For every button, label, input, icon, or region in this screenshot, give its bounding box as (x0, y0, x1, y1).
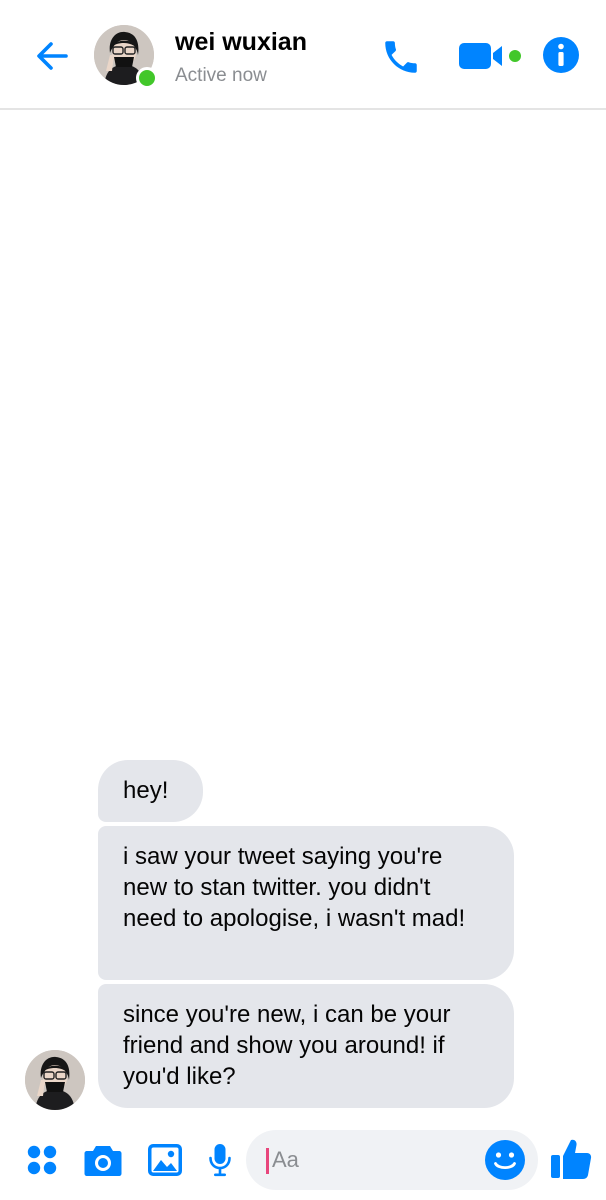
info-icon (543, 37, 579, 73)
message-bubble[interactable]: i saw your tweet saying you're new to st… (98, 826, 514, 980)
contact-avatar[interactable] (94, 25, 158, 89)
message-thread: hey! i saw your tweet saying you're new … (0, 110, 606, 1120)
apps-icon (27, 1145, 57, 1175)
more-actions-button[interactable] (22, 1140, 62, 1180)
message-input-wrapper[interactable] (246, 1130, 538, 1190)
emoji-icon (485, 1140, 525, 1180)
gallery-button[interactable] (144, 1140, 186, 1180)
camera-button[interactable] (82, 1140, 124, 1180)
back-button[interactable] (30, 34, 74, 78)
message-bubble[interactable]: since you're new, i can be your friend a… (98, 984, 514, 1108)
camera-icon (84, 1146, 122, 1176)
text-caret (266, 1148, 269, 1174)
image-icon (148, 1144, 182, 1176)
emoji-button[interactable] (484, 1139, 526, 1181)
message-input[interactable] (272, 1140, 472, 1180)
microphone-icon (209, 1144, 231, 1177)
sender-avatar[interactable] (25, 1050, 85, 1110)
video-camera-icon (459, 43, 521, 69)
conversation-info-button[interactable] (540, 34, 582, 76)
online-status-dot (136, 67, 158, 89)
phone-icon (385, 41, 417, 73)
contact-status: Active now (175, 65, 267, 86)
video-call-button[interactable] (456, 36, 526, 76)
arrow-left-icon (37, 42, 68, 70)
like-button[interactable] (548, 1134, 594, 1184)
message-composer (0, 1120, 606, 1200)
voice-call-button[interactable] (378, 34, 424, 80)
contact-name[interactable]: wei wuxian (175, 28, 307, 57)
message-bubble[interactable]: hey! (98, 760, 203, 822)
chat-header: wei wuxian Active now (0, 0, 606, 110)
thumbs-up-icon (551, 1139, 592, 1179)
voice-message-button[interactable] (204, 1140, 236, 1180)
